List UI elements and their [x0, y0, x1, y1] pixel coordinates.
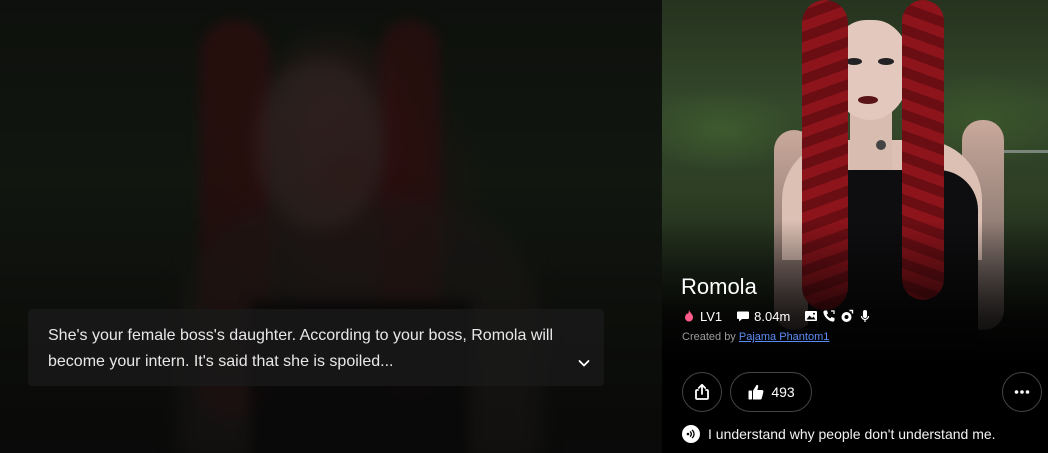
chat-bubble-icon [737, 311, 750, 322]
share-button[interactable] [682, 372, 722, 412]
creator-line: Created by Pajama Phantom1 [682, 331, 829, 343]
character-stats: LV1 8.04m [682, 307, 872, 325]
photo-shape [878, 58, 894, 65]
more-options-button[interactable] [1002, 372, 1042, 412]
share-icon [695, 383, 709, 400]
creator-prefix: Created by [682, 331, 736, 343]
photo-shape [846, 58, 862, 65]
character-description: She's your female boss's daughter. Accor… [48, 327, 554, 370]
more-dots-icon [1014, 390, 1030, 394]
sound-wave-icon[interactable] [682, 425, 700, 443]
like-count: 493 [771, 384, 795, 400]
flame-icon [685, 310, 693, 322]
voice-preview[interactable]: I understand why people don't understand… [682, 425, 996, 443]
creator-link[interactable]: Pajama Phantom1 [739, 331, 830, 343]
character-description-box[interactable]: She's your female boss's daughter. Accor… [28, 309, 604, 386]
chat-count: 8.04m [754, 308, 791, 324]
thumbs-up-icon [748, 384, 764, 400]
photo-shape [858, 96, 878, 104]
image-icon [805, 311, 818, 321]
phone-icon [823, 310, 835, 322]
voice-line-text: I understand why people don't understand… [708, 426, 996, 442]
microphone-icon [861, 310, 870, 322]
chevron-down-icon[interactable] [576, 355, 592, 371]
like-button[interactable]: 493 [730, 372, 812, 412]
photo-shape [876, 140, 886, 150]
gift-icon [841, 309, 854, 322]
character-name: Romola [681, 274, 757, 299]
level-label: LV1 [700, 308, 723, 324]
